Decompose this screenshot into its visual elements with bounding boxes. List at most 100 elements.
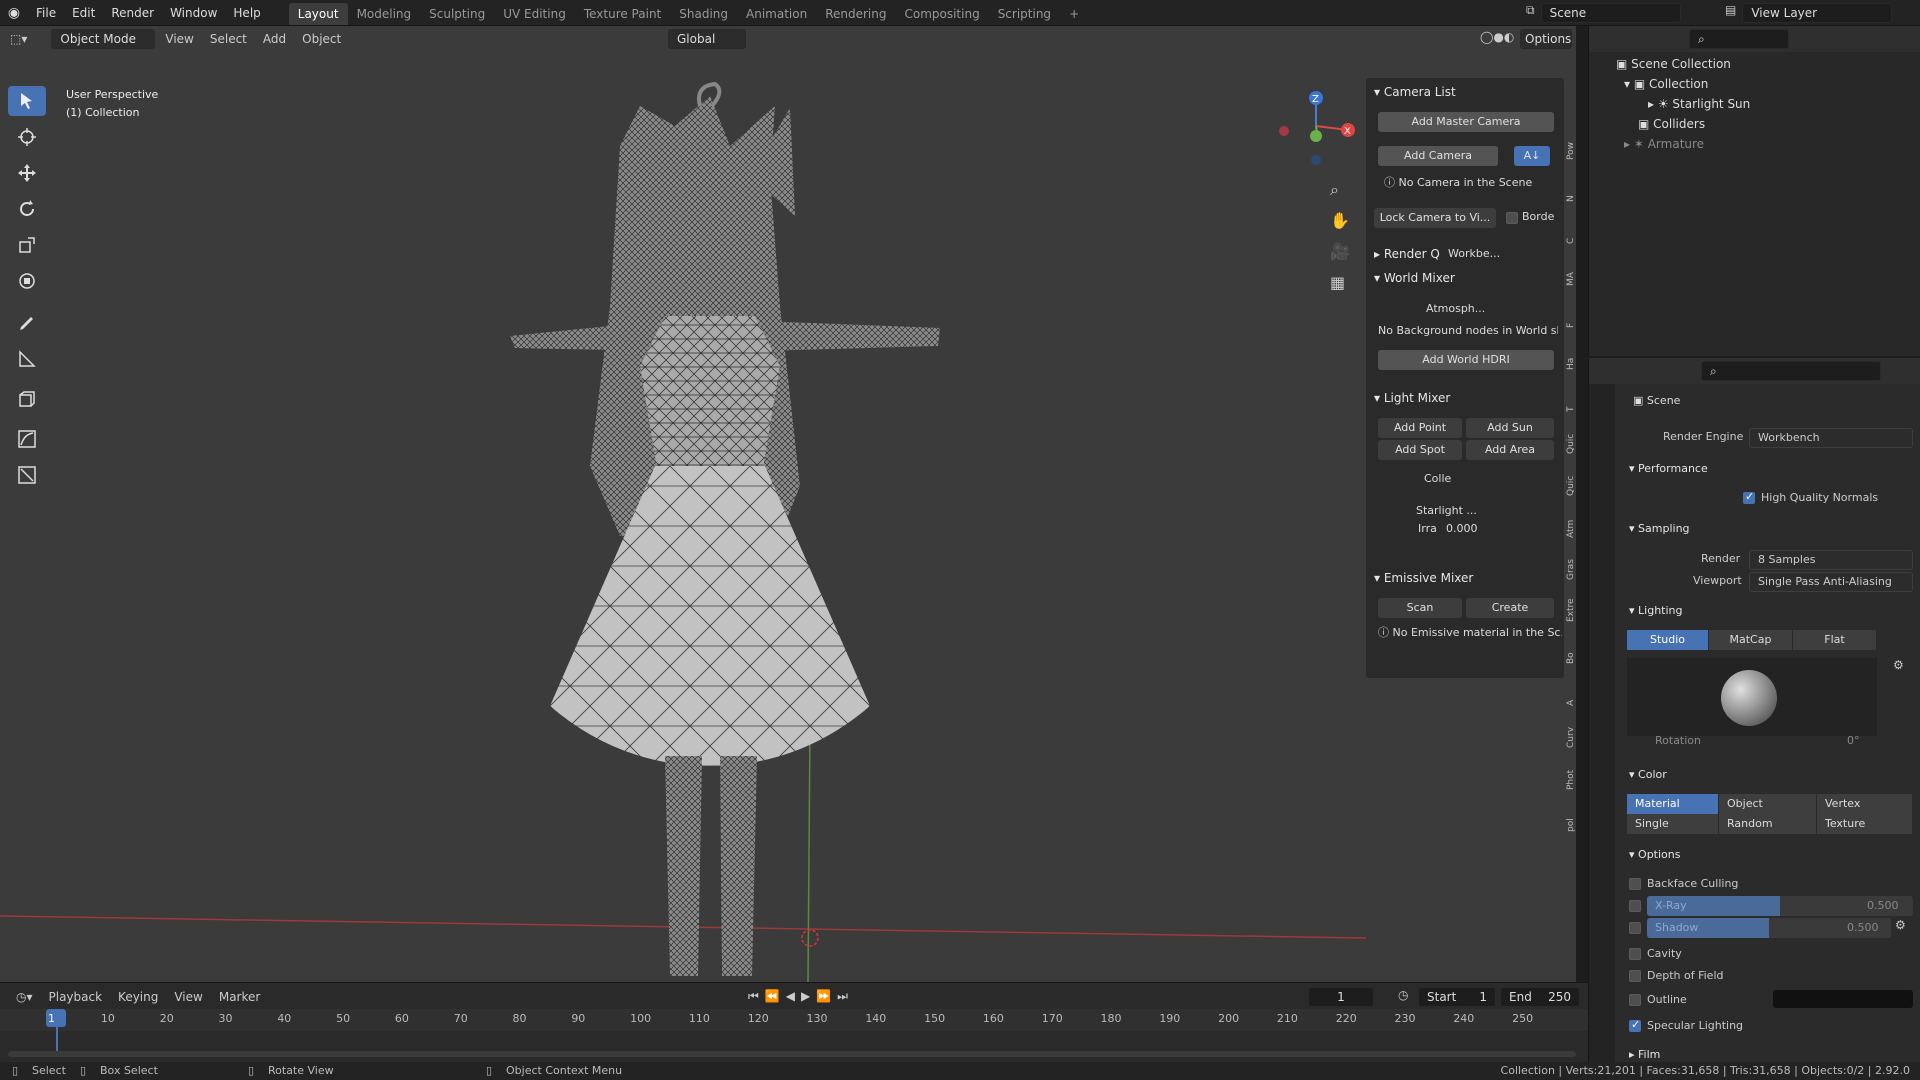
camera-list-header[interactable]: ▾ Camera List <box>1374 82 1456 102</box>
zoom-icon[interactable]: ⌕ <box>1330 174 1350 205</box>
lighting-matcap-button[interactable]: MatCap <box>1709 630 1793 650</box>
properties-search[interactable]: ⌕ <box>1701 361 1881 381</box>
addon-tab[interactable]: MA <box>1566 272 1576 286</box>
color-header[interactable]: ▾ Color <box>1629 768 1667 781</box>
start-frame-field[interactable]: Start 1 <box>1418 987 1496 1007</box>
3d-cursor-icon[interactable] <box>798 926 822 950</box>
add-point-button[interactable]: Add Point <box>1378 418 1462 438</box>
add-world-hdri-button[interactable]: Add World HDRI <box>1378 350 1554 370</box>
color-object-button[interactable]: Object <box>1719 794 1817 814</box>
tab-layout[interactable]: Layout <box>288 2 348 25</box>
shadow-checkbox[interactable] <box>1629 922 1641 934</box>
tab-modeling[interactable]: Modeling <box>348 3 421 25</box>
world-mixer-header[interactable]: ▾ World Mixer <box>1374 268 1455 288</box>
xray-slider[interactable]: X-Ray 0.500 <box>1647 896 1913 916</box>
studio-light-preview[interactable] <box>1627 658 1877 736</box>
scene-field[interactable]: Scene <box>1540 3 1681 23</box>
outliner-scene-collection[interactable]: ▣ Scene Collection <box>1616 54 1731 74</box>
menu-keying[interactable]: Keying <box>112 987 164 1007</box>
addon-tab[interactable]: N <box>1566 190 1576 202</box>
lighting-header[interactable]: ▾ Lighting <box>1629 604 1683 617</box>
cavity-checkbox[interactable] <box>1629 948 1641 960</box>
border-checkbox[interactable] <box>1506 212 1518 224</box>
addon-tab[interactable]: Quic <box>1566 476 1576 496</box>
menu-render[interactable]: Render <box>103 0 162 26</box>
outliner-starlight-sun[interactable]: ▸ ☀ Starlight Sun <box>1648 94 1750 114</box>
scene-icon[interactable]: ⧉ <box>1526 3 1535 23</box>
menu-edit[interactable]: Edit <box>64 0 103 26</box>
add-master-camera-button[interactable]: Add Master Camera <box>1378 112 1554 132</box>
addon-tab[interactable]: Bo <box>1566 652 1576 664</box>
clock-icon[interactable]: ◷ <box>1398 988 1408 1002</box>
outline-color-swatch[interactable] <box>1773 990 1913 1008</box>
outliner-armature[interactable]: ▸ ✶ Armature <box>1624 134 1704 154</box>
sampling-header[interactable]: ▾ Sampling <box>1629 522 1690 535</box>
addon-tab[interactable]: Curv <box>1566 727 1576 748</box>
specular-checkbox[interactable] <box>1629 1018 1641 1032</box>
add-sun-button[interactable]: Add Sun <box>1466 418 1554 438</box>
addon-tab[interactable]: Phot <box>1566 770 1576 790</box>
add-area-button[interactable]: Add Area <box>1466 440 1554 460</box>
create-button[interactable]: Create <box>1466 598 1554 618</box>
render-q-engine[interactable]: Workbe... <box>1448 245 1510 263</box>
menu-timeline-view[interactable]: View <box>168 987 208 1007</box>
film-header[interactable]: ▸ Film <box>1629 1048 1660 1061</box>
view-layer-icon[interactable]: ▤ <box>1725 3 1736 23</box>
add-spot-button[interactable]: Add Spot <box>1378 440 1462 460</box>
color-material-button[interactable]: Material <box>1627 794 1719 814</box>
tab-scripting[interactable]: Scripting <box>989 3 1060 25</box>
sort-camera-icon[interactable]: A↓ <box>1514 146 1550 166</box>
3d-viewport[interactable]: ⬚▾ Object Mode View Select Add Object Gl… <box>0 26 1576 982</box>
xray-checkbox[interactable] <box>1629 900 1641 912</box>
addon-tab[interactable]: Atm <box>1566 520 1576 538</box>
addon-tab[interactable]: Extre <box>1566 598 1576 622</box>
light-mixer-header[interactable]: ▾ Light Mixer <box>1374 388 1450 408</box>
navigation-gizmo[interactable]: Z X <box>1276 86 1356 166</box>
addon-tab[interactable]: F <box>1566 316 1576 328</box>
tab-sculpting[interactable]: Sculpting <box>420 3 494 25</box>
backface-checkbox[interactable] <box>1629 878 1641 890</box>
blender-logo-icon[interactable]: ◉ <box>0 5 28 21</box>
outliner-colliders[interactable]: ▣ Colliders <box>1638 114 1705 134</box>
lighting-flat-button[interactable]: Flat <box>1793 630 1877 650</box>
color-texture-button[interactable]: Texture <box>1817 814 1913 834</box>
shadow-settings-icon[interactable]: ⚙ <box>1895 918 1906 932</box>
menu-window[interactable]: Window <box>162 0 225 26</box>
outline-checkbox[interactable] <box>1629 994 1641 1006</box>
lock-camera-button[interactable]: Lock Camera to Vi... <box>1374 208 1496 228</box>
menu-file[interactable]: File <box>28 0 64 26</box>
color-vertex-button[interactable]: Vertex <box>1817 794 1913 814</box>
menu-help[interactable]: Help <box>225 0 268 26</box>
light-name-field[interactable]: Starlight ... <box>1416 502 1476 520</box>
world-select[interactable]: Atmosph... <box>1426 300 1486 318</box>
outliner-search[interactable]: ⌕ <box>1689 29 1789 49</box>
menu-marker[interactable]: Marker <box>213 987 266 1007</box>
pan-hand-icon[interactable]: ✋ <box>1330 205 1350 236</box>
render-q-header[interactable]: ▸ Render Q <box>1374 244 1440 264</box>
tab-uv-editing[interactable]: UV Editing <box>494 3 575 25</box>
addon-tab[interactable]: T <box>1566 400 1576 413</box>
addon-tab[interactable]: pol <box>1566 818 1576 832</box>
playback-controls[interactable]: ⏮⏪◀▶⏩⏭ <box>748 989 854 1004</box>
tab-compositing[interactable]: Compositing <box>895 3 988 25</box>
addon-tab[interactable]: Quic <box>1566 434 1576 454</box>
options-button[interactable]: Options <box>1520 29 1572 49</box>
dof-checkbox[interactable] <box>1629 970 1641 982</box>
irra-value[interactable]: 0.000 <box>1446 520 1478 538</box>
tab-shading[interactable]: Shading <box>670 3 737 25</box>
tab-animation[interactable]: Animation <box>737 3 816 25</box>
shadow-slider[interactable]: Shadow 0.500 <box>1647 918 1891 938</box>
add-camera-button[interactable]: Add Camera <box>1378 146 1498 166</box>
tab-texture-paint[interactable]: Texture Paint <box>575 3 670 25</box>
render-engine-select[interactable]: Workbench <box>1749 428 1913 448</box>
end-frame-field[interactable]: End 250 <box>1500 987 1580 1007</box>
color-single-button[interactable]: Single <box>1627 814 1719 834</box>
tab-rendering[interactable]: Rendering <box>816 3 895 25</box>
render-samples-select[interactable]: 8 Samples <box>1749 550 1913 570</box>
addon-tab[interactable]: Ha <box>1566 358 1576 370</box>
ortho-grid-icon[interactable]: ▦ <box>1330 267 1350 298</box>
scan-button[interactable]: Scan <box>1378 598 1462 618</box>
viewport-samples-select[interactable]: Single Pass Anti-Aliasing <box>1749 572 1913 592</box>
performance-header[interactable]: ▾ Performance <box>1629 462 1708 475</box>
camera-view-icon[interactable]: 🎥 <box>1330 236 1350 267</box>
